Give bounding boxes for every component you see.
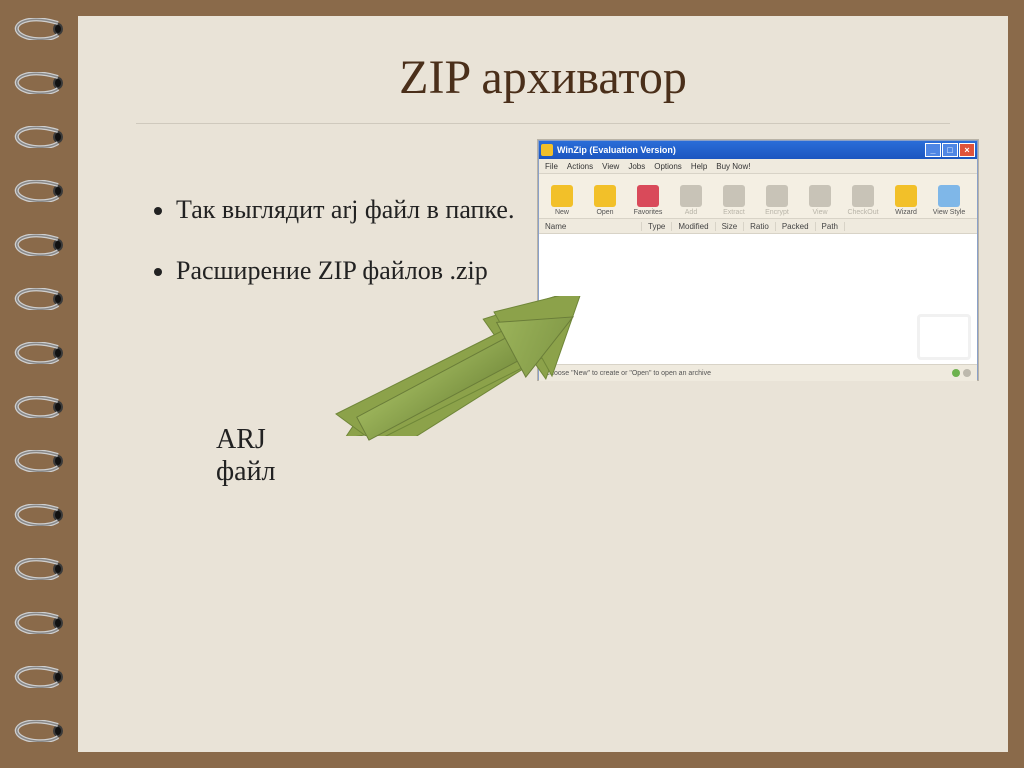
toolbar-encrypt-button: Encrypt xyxy=(756,176,798,218)
spiral-ring xyxy=(8,72,72,94)
minimize-button[interactable]: _ xyxy=(925,143,941,157)
toolbar-label: View xyxy=(812,209,827,216)
spiral-ring xyxy=(8,612,72,634)
toolbar-extract-button: Extract xyxy=(713,176,755,218)
encrypt-icon xyxy=(766,185,788,207)
toolbar-label: CheckOut xyxy=(847,209,878,216)
menu-item[interactable]: Options xyxy=(654,162,682,171)
menu-item[interactable]: Jobs xyxy=(628,162,645,171)
column-headers[interactable]: Name Type Modified Size Ratio Packed Path xyxy=(539,219,977,234)
arj-caption: ARJ файл xyxy=(216,424,276,488)
spiral-ring xyxy=(8,126,72,148)
spiral-ring xyxy=(8,558,72,580)
bullet-item: Так выглядит arj файл в папке. xyxy=(176,194,556,227)
titlebar: WinZip (Evaluation Version) _ □ × xyxy=(539,141,977,159)
toolbar-label: Encrypt xyxy=(765,209,789,216)
toolbar-label: Add xyxy=(685,209,697,216)
view-icon xyxy=(809,185,831,207)
bullet-list: Так выглядит arj файл в папке. Расширени… xyxy=(136,194,556,315)
spiral-ring xyxy=(8,396,72,418)
status-text: Choose "New" to create or "Open" to open… xyxy=(545,370,711,377)
new-icon xyxy=(551,185,573,207)
toolbar-label: New xyxy=(555,209,569,216)
toolbar-label: View Style xyxy=(933,209,966,216)
spiral-ring xyxy=(8,720,72,742)
column-header[interactable]: Modified xyxy=(678,222,715,231)
winzip-window: WinZip (Evaluation Version) _ □ × File Ac… xyxy=(538,140,978,380)
spiral-binding xyxy=(0,0,78,768)
toolbar-favorites-button[interactable]: Favorites xyxy=(627,176,669,218)
toolbar-label: Open xyxy=(596,209,613,216)
spiral-ring xyxy=(8,342,72,364)
slide-body: ZIP архиватор Так выглядит arj файл в па… xyxy=(78,16,1008,752)
checkout-icon xyxy=(852,185,874,207)
wizard-icon xyxy=(895,185,917,207)
column-header[interactable]: Ratio xyxy=(750,222,776,231)
spiral-ring xyxy=(8,180,72,202)
view-style-icon xyxy=(938,185,960,207)
status-led-icon xyxy=(963,369,971,377)
status-bar: Choose "New" to create or "Open" to open… xyxy=(539,364,977,381)
maximize-button[interactable]: □ xyxy=(942,143,958,157)
app-icon xyxy=(541,144,553,156)
toolbar-label: Wizard xyxy=(895,209,917,216)
column-header[interactable]: Name xyxy=(545,222,642,231)
status-leds xyxy=(952,369,971,377)
toolbar: New Open Favorites Add Extract Encrypt View Che… xyxy=(539,174,977,219)
add-icon xyxy=(680,185,702,207)
toolbar-label: Favorites xyxy=(634,209,663,216)
menu-bar[interactable]: File Actions View Jobs Options Help Buy Now! xyxy=(539,159,977,174)
column-header[interactable]: Type xyxy=(648,222,672,231)
extract-icon xyxy=(723,185,745,207)
spiral-ring xyxy=(8,18,72,40)
spiral-ring xyxy=(8,666,72,688)
window-title: WinZip (Evaluation Version) xyxy=(557,145,676,155)
spiral-ring xyxy=(8,504,72,526)
slide-frame: ZIP архиватор Так выглядит arj файл в па… xyxy=(0,0,1024,768)
toolbar-new-button[interactable]: New xyxy=(541,176,583,218)
status-led-icon xyxy=(952,369,960,377)
winzip-watermark-icon xyxy=(917,314,971,360)
bullet-item: Расширение ZIP файлов .zip xyxy=(176,255,556,288)
toolbar-wizard-button[interactable]: Wizard xyxy=(885,176,927,218)
slide-content: Так выглядит arj файл в папке. Расширени… xyxy=(78,124,1008,684)
menu-item[interactable]: Help xyxy=(691,162,707,171)
close-button[interactable]: × xyxy=(959,143,975,157)
spiral-ring xyxy=(8,450,72,472)
toolbar-view-style-button[interactable]: View Style xyxy=(928,176,970,218)
toolbar-checkout-button: CheckOut xyxy=(842,176,884,218)
slide-title: ZIP архиватор xyxy=(78,50,1008,105)
menu-item[interactable]: File xyxy=(545,162,558,171)
menu-item[interactable]: Actions xyxy=(567,162,593,171)
menu-item[interactable]: Buy Now! xyxy=(716,162,750,171)
spiral-ring xyxy=(8,288,72,310)
column-header[interactable]: Size xyxy=(722,222,745,231)
spiral-ring xyxy=(8,234,72,256)
toolbar-label: Extract xyxy=(723,209,745,216)
open-icon xyxy=(594,185,616,207)
toolbar-view-button: View xyxy=(799,176,841,218)
column-header[interactable]: Packed xyxy=(782,222,816,231)
menu-item[interactable]: View xyxy=(602,162,619,171)
favorites-icon xyxy=(637,185,659,207)
column-header[interactable]: Path xyxy=(822,222,845,231)
toolbar-add-button: Add xyxy=(670,176,712,218)
file-list-area xyxy=(539,234,977,364)
toolbar-open-button[interactable]: Open xyxy=(584,176,626,218)
